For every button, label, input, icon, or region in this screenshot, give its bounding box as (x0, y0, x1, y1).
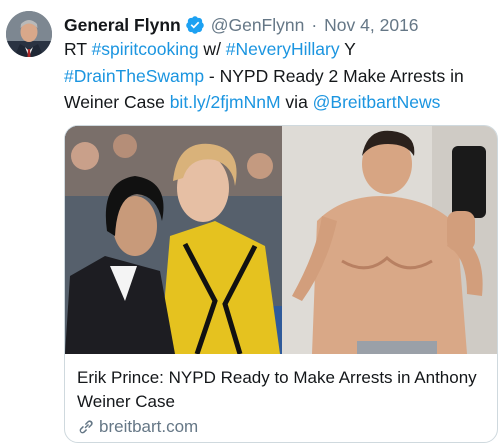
mention-breitbartnews[interactable]: @BreitbartNews (313, 92, 441, 112)
hashtag-neveryhillary[interactable]: #NeveryHillary (226, 39, 340, 59)
tweet[interactable]: General Flynn @GenFlynn · Nov 4, 2016 RT… (0, 0, 500, 447)
card-photo-right (282, 126, 497, 354)
card-image[interactable] (65, 126, 497, 354)
header-separator: · (311, 15, 318, 35)
card-photo-left (65, 126, 282, 354)
tweet-text-segment: Y (339, 39, 356, 59)
tweet-text-segment: via (280, 92, 313, 112)
card-domain: breitbart.com (77, 416, 198, 438)
author-handle[interactable]: @GenFlynn (211, 12, 305, 38)
avatar-photo (6, 11, 52, 57)
tweet-text-segment: w/ (198, 39, 226, 59)
link-preview-card[interactable]: Erik Prince: NYPD Ready to Make Arrests … (64, 125, 498, 443)
verified-badge-icon (185, 15, 205, 35)
link-icon (79, 420, 93, 434)
short-url-link[interactable]: bit.ly/2fjmNnM (170, 92, 281, 112)
card-domain-text: breitbart.com (99, 417, 199, 436)
hashtag-draintheswamp[interactable]: #DrainTheSwamp (64, 66, 204, 86)
display-name[interactable]: General Flynn (64, 12, 181, 38)
tweet-text: RT #spiritcooking w/ #NeveryHillary Y #D… (64, 36, 494, 116)
tweet-header: General Flynn @GenFlynn · Nov 4, 2016 (64, 12, 419, 38)
hashtag-spiritcooking[interactable]: #spiritcooking (92, 39, 199, 59)
tweet-text-segment: RT (64, 39, 92, 59)
tweet-timestamp[interactable]: Nov 4, 2016 (324, 12, 418, 38)
card-title[interactable]: Erik Prince: NYPD Ready to Make Arrests … (77, 366, 477, 414)
avatar[interactable] (6, 11, 52, 57)
